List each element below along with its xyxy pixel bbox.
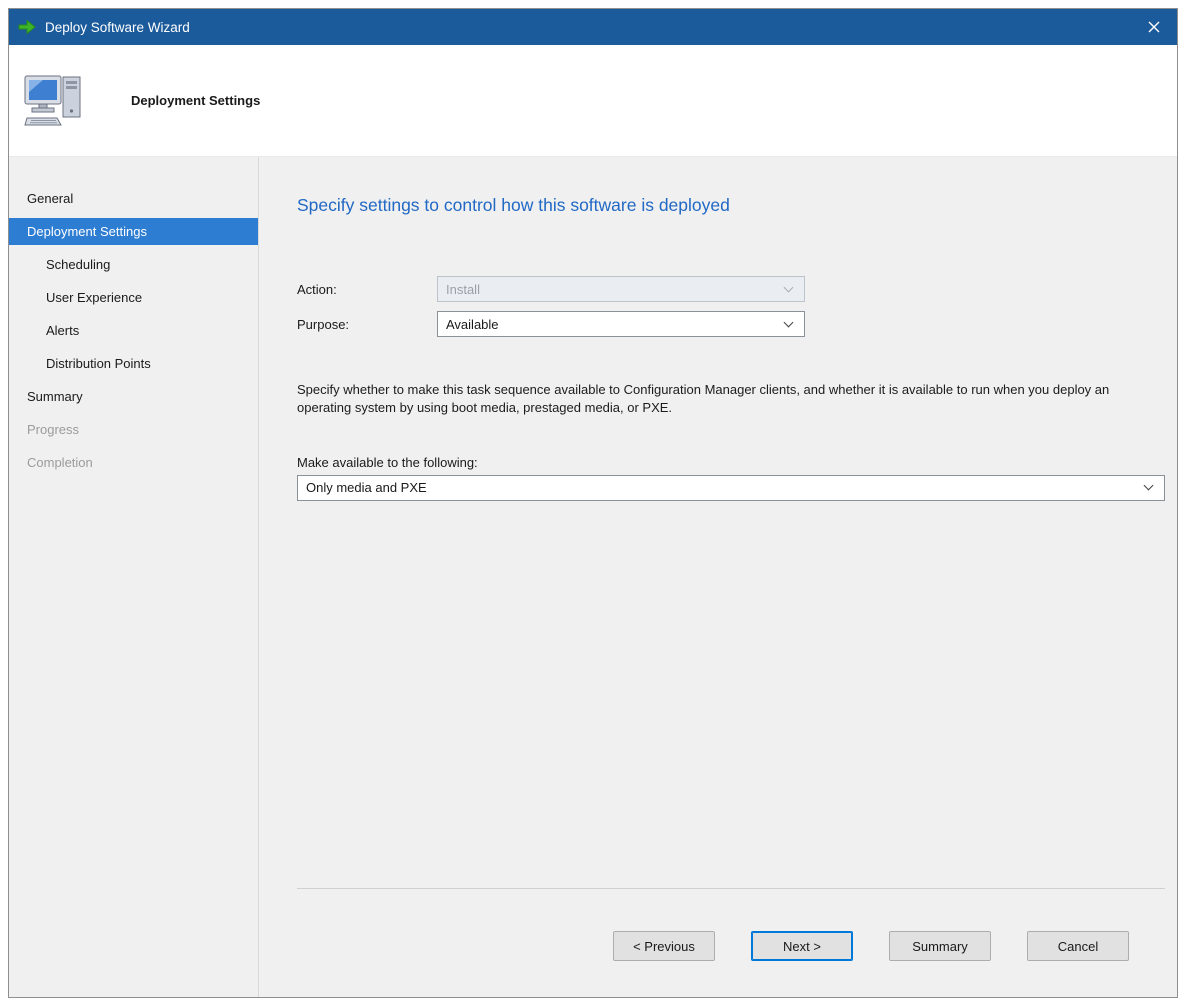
purpose-select[interactable]: Available — [437, 311, 805, 337]
chevron-down-icon — [784, 282, 794, 292]
content-panel: Specify settings to control how this sof… — [259, 157, 1177, 997]
close-icon — [1148, 21, 1160, 33]
step-deployment-settings: Deployment Settings — [9, 218, 258, 245]
make-available-value: Only media and PXE — [306, 480, 427, 495]
window-title: Deploy Software Wizard — [45, 20, 1131, 35]
purpose-label: Purpose: — [297, 317, 437, 332]
footer-buttons: < Previous Next > Summary Cancel — [297, 931, 1165, 961]
titlebar[interactable]: Deploy Software Wizard — [9, 9, 1177, 45]
chevron-down-icon — [784, 317, 794, 327]
next-button[interactable]: Next > — [751, 931, 853, 961]
step-completion: Completion — [9, 449, 258, 476]
action-select: Install — [437, 276, 805, 302]
step-summary: Summary — [9, 383, 258, 410]
purpose-value: Available — [446, 317, 499, 332]
step-scheduling: Scheduling — [9, 251, 258, 278]
content-heading: Specify settings to control how this sof… — [297, 195, 1165, 216]
description-text: Specify whether to make this task sequen… — [297, 381, 1132, 418]
action-field: Action: Install — [297, 276, 1165, 302]
chevron-down-icon — [1144, 481, 1154, 491]
wizard-header: Deployment Settings — [9, 45, 1177, 157]
step-user-experience: User Experience — [9, 284, 258, 311]
content-main: Specify settings to control how this sof… — [297, 157, 1165, 888]
step-alerts: Alerts — [9, 317, 258, 344]
footer-bar: < Previous Next > Summary Cancel — [297, 888, 1165, 997]
make-available-select[interactable]: Only media and PXE — [297, 475, 1165, 501]
wizard-steps-sidebar: General Deployment Settings Scheduling U… — [9, 157, 259, 997]
purpose-field: Purpose: Available — [297, 311, 1165, 337]
summary-button[interactable]: Summary — [889, 931, 991, 961]
step-general: General — [9, 185, 258, 212]
step-distribution-points: Distribution Points — [9, 350, 258, 377]
cancel-button[interactable]: Cancel — [1027, 931, 1129, 961]
action-value: Install — [446, 282, 480, 297]
close-button[interactable] — [1131, 9, 1177, 45]
previous-button[interactable]: < Previous — [613, 931, 715, 961]
page-title: Deployment Settings — [131, 93, 260, 108]
computer-icon — [23, 74, 85, 128]
step-progress: Progress — [9, 416, 258, 443]
wizard-body: General Deployment Settings Scheduling U… — [9, 157, 1177, 997]
make-available-label: Make available to the following: — [297, 455, 1165, 470]
deploy-software-wizard-window: Deploy Software Wizard — [8, 8, 1178, 998]
action-label: Action: — [297, 282, 437, 297]
wizard-arrow-icon — [18, 19, 36, 35]
